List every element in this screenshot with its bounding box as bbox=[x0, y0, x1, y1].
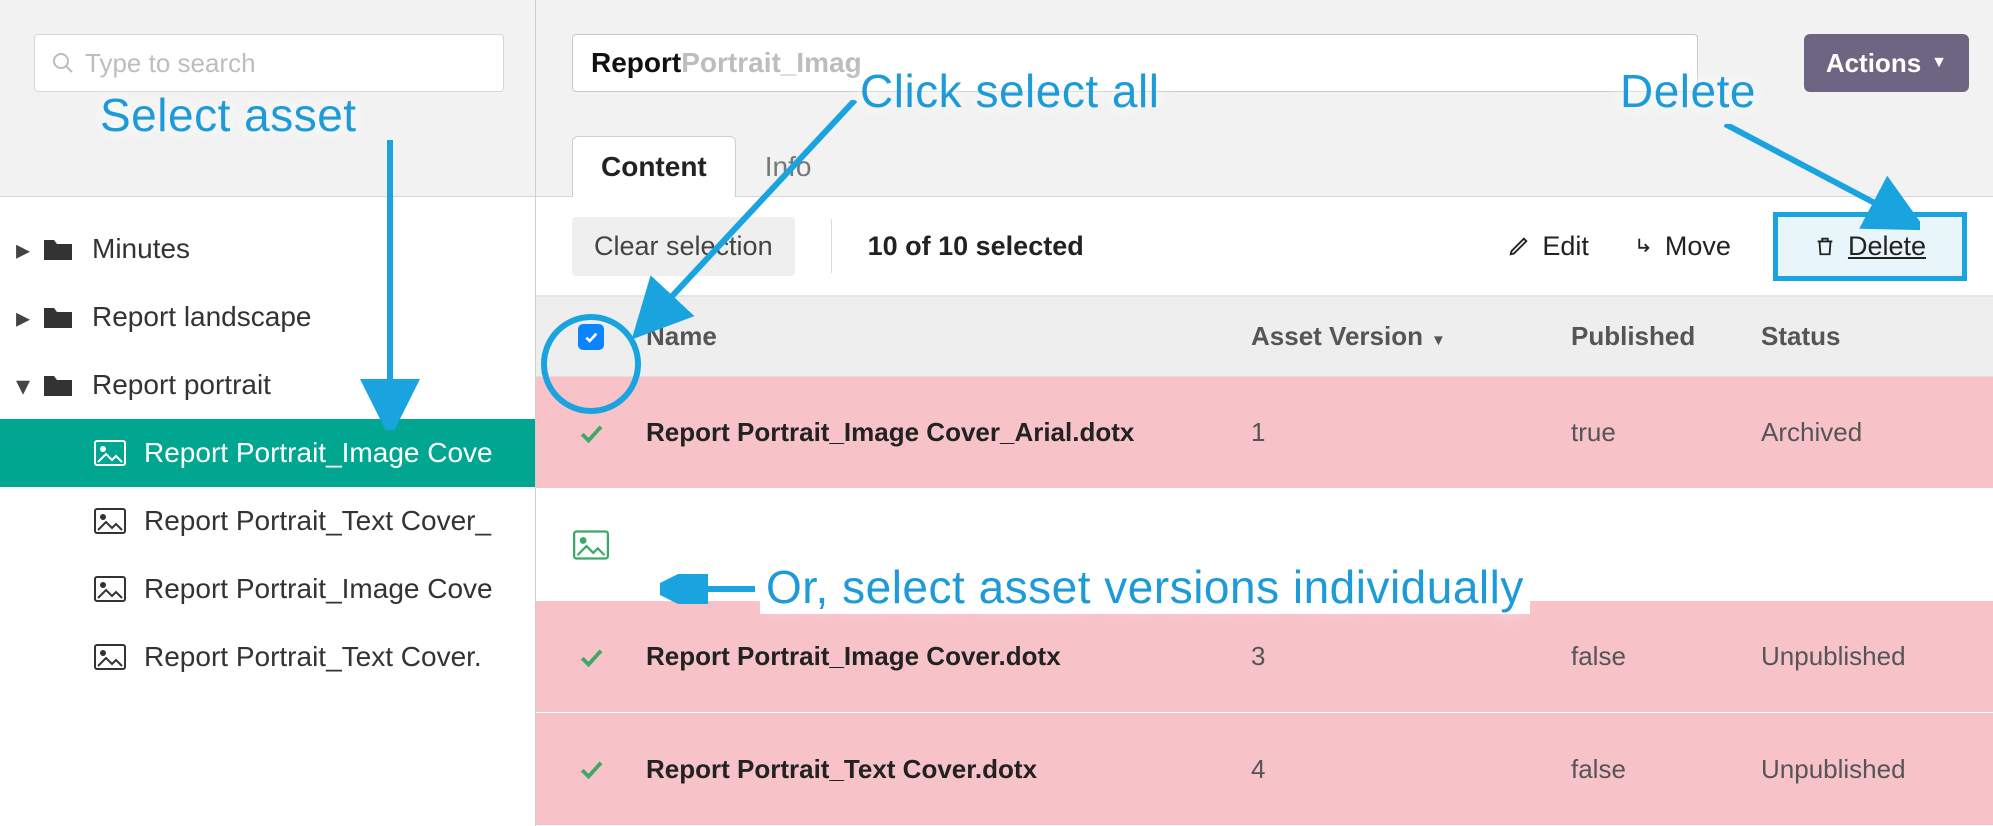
caret-right-icon[interactable]: ▸ bbox=[14, 301, 32, 334]
caret-down-icon: ▼ bbox=[1931, 54, 1947, 72]
tree-label: Report Portrait_Text Cover. bbox=[144, 641, 482, 673]
search-wrap: Type to search bbox=[0, 0, 535, 197]
title-text: Report bbox=[591, 47, 681, 79]
folder-icon bbox=[42, 372, 74, 398]
title-suggestion: Portrait_Imag bbox=[681, 47, 862, 79]
select-all-cell bbox=[536, 324, 646, 350]
tree-item-minutes[interactable]: ▸ Minutes bbox=[0, 215, 535, 283]
row-published: false bbox=[1571, 641, 1761, 672]
tree-item-asset[interactable]: Report Portrait_Text Cover. bbox=[0, 623, 535, 691]
move-icon bbox=[1631, 235, 1653, 257]
image-asset-icon bbox=[94, 644, 126, 670]
row-name: Report Portrait_Image Cover_Arial.dotx bbox=[646, 417, 1251, 448]
folder-tree: ▸ Minutes ▸ Report landscape ▾ Report po… bbox=[0, 197, 535, 691]
check-icon bbox=[583, 329, 599, 345]
row-version: 3 bbox=[1251, 641, 1571, 672]
tab-label: Content bbox=[601, 151, 707, 183]
column-label: Name bbox=[646, 321, 717, 351]
selection-toolbar: Clear selection 10 of 10 selected Edit M… bbox=[536, 197, 1993, 297]
image-asset-icon bbox=[94, 576, 126, 602]
column-header-status[interactable]: Status bbox=[1761, 321, 1993, 352]
actions-label: Actions bbox=[1826, 48, 1921, 79]
row-status: Unpublished bbox=[1761, 641, 1993, 672]
tree-item-asset[interactable]: Report Portrait_Text Cover_ bbox=[0, 487, 535, 555]
image-asset-icon bbox=[94, 440, 126, 466]
tree-label: Report Portrait_Text Cover_ bbox=[144, 505, 491, 537]
row-status: Unpublished bbox=[1761, 754, 1993, 785]
selection-count: 10 of 10 selected bbox=[868, 231, 1084, 262]
tree-label: Minutes bbox=[92, 233, 190, 265]
main-panel: Report Portrait_Imag Actions ▼ Content I… bbox=[536, 0, 1993, 826]
search-icon bbox=[51, 51, 75, 75]
caret-down-icon[interactable]: ▾ bbox=[14, 369, 32, 402]
table-parent-row[interactable] bbox=[536, 489, 1993, 601]
delete-button[interactable]: Delete bbox=[1773, 212, 1967, 281]
main-header: Report Portrait_Imag Actions ▼ Content I… bbox=[536, 0, 1993, 197]
search-input[interactable]: Type to search bbox=[34, 34, 504, 92]
column-header-version[interactable]: Asset Version ▼ bbox=[1251, 321, 1571, 352]
table-row[interactable]: Report Portrait_Image Cover.dotx 3 false… bbox=[536, 601, 1993, 713]
row-name: Report Portrait_Text Cover.dotx bbox=[646, 754, 1251, 785]
edit-label: Edit bbox=[1542, 231, 1589, 262]
row-published: false bbox=[1571, 754, 1761, 785]
row-version: 1 bbox=[1251, 417, 1571, 448]
search-placeholder: Type to search bbox=[85, 48, 256, 79]
asset-title-input[interactable]: Report Portrait_Imag bbox=[572, 34, 1698, 92]
row-status: Archived bbox=[1761, 417, 1993, 448]
column-header-name[interactable]: Name bbox=[646, 321, 1251, 352]
tree-item-report-portrait[interactable]: ▾ Report portrait bbox=[0, 351, 535, 419]
row-check-cell[interactable] bbox=[536, 754, 646, 784]
image-asset-icon bbox=[94, 508, 126, 534]
row-check-cell[interactable] bbox=[536, 642, 646, 672]
column-label: Published bbox=[1571, 321, 1695, 351]
row-name: Report Portrait_Image Cover.dotx bbox=[646, 641, 1251, 672]
column-label: Asset Version bbox=[1251, 321, 1423, 351]
tree-label: Report landscape bbox=[92, 301, 311, 333]
divider bbox=[831, 219, 832, 273]
check-icon bbox=[576, 754, 606, 784]
folder-icon bbox=[42, 236, 74, 262]
tab-content[interactable]: Content bbox=[572, 136, 736, 197]
tab-info[interactable]: Info bbox=[736, 136, 841, 197]
table-row[interactable]: Report Portrait_Text Cover.dotx 4 false … bbox=[536, 713, 1993, 825]
row-published: true bbox=[1571, 417, 1761, 448]
delete-label: Delete bbox=[1848, 231, 1926, 262]
table-row[interactable]: Report Portrait_Image Cover_Arial.dotx 1… bbox=[536, 377, 1993, 489]
image-asset-icon bbox=[573, 530, 609, 560]
select-all-checkbox[interactable] bbox=[578, 324, 604, 350]
column-label: Status bbox=[1761, 321, 1840, 351]
check-icon bbox=[576, 418, 606, 448]
tree-item-asset[interactable]: Report Portrait_Image Cove bbox=[0, 419, 535, 487]
sidebar: Type to search ▸ Minutes ▸ Report landsc… bbox=[0, 0, 536, 826]
row-check-cell[interactable] bbox=[536, 418, 646, 448]
tree-label: Report portrait bbox=[92, 369, 271, 401]
check-icon bbox=[576, 642, 606, 672]
tab-label: Info bbox=[765, 151, 812, 183]
trash-icon bbox=[1814, 234, 1836, 258]
clear-selection-label: Clear selection bbox=[594, 231, 773, 261]
pencil-icon bbox=[1508, 235, 1530, 257]
row-icon-cell bbox=[536, 530, 646, 560]
tree-label: Report Portrait_Image Cove bbox=[144, 573, 493, 605]
clear-selection-button[interactable]: Clear selection bbox=[572, 217, 795, 276]
move-label: Move bbox=[1665, 231, 1731, 262]
sort-desc-icon: ▼ bbox=[1431, 332, 1446, 349]
table-body: Report Portrait_Image Cover_Arial.dotx 1… bbox=[536, 377, 1993, 825]
caret-right-icon[interactable]: ▸ bbox=[14, 233, 32, 266]
actions-dropdown-button[interactable]: Actions ▼ bbox=[1804, 34, 1969, 92]
tree-item-report-landscape[interactable]: ▸ Report landscape bbox=[0, 283, 535, 351]
row-version: 4 bbox=[1251, 754, 1571, 785]
tree-item-asset[interactable]: Report Portrait_Image Cove bbox=[0, 555, 535, 623]
tree-label: Report Portrait_Image Cove bbox=[144, 437, 493, 469]
tab-bar: Content Info bbox=[572, 136, 840, 197]
column-header-published[interactable]: Published bbox=[1571, 321, 1761, 352]
folder-icon bbox=[42, 304, 74, 330]
edit-button[interactable]: Edit bbox=[1508, 231, 1589, 262]
move-button[interactable]: Move bbox=[1631, 231, 1731, 262]
table-header: Name Asset Version ▼ Published Status bbox=[536, 297, 1993, 377]
